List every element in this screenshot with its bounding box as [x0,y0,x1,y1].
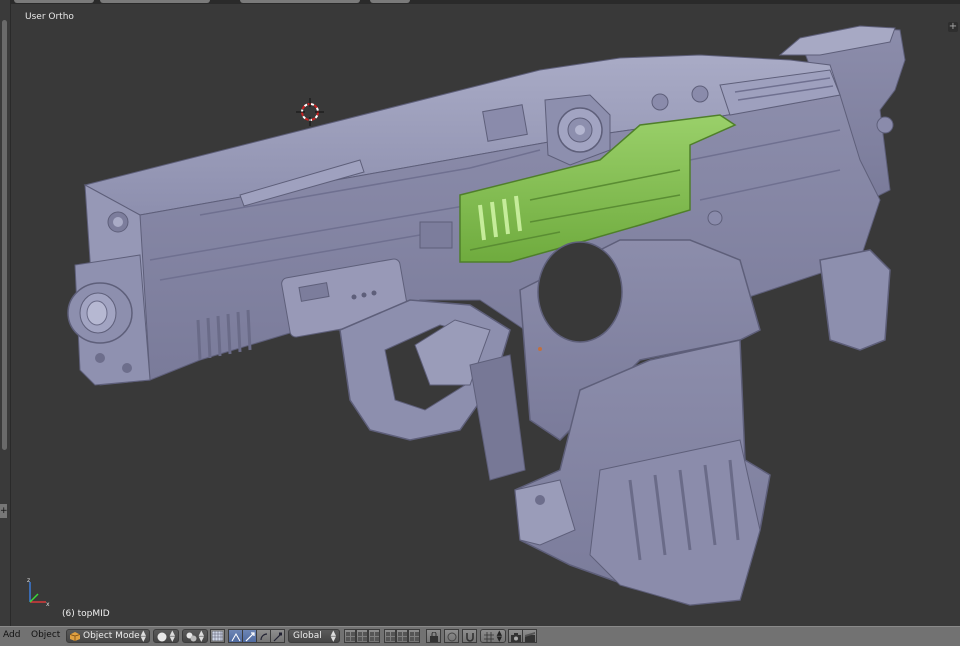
snap-button[interactable] [462,629,477,643]
proportional-edit-button[interactable] [444,629,459,643]
render-animation-button[interactable] [522,629,537,643]
weapon-model[interactable] [0,0,960,626]
snap-grid-icon [484,632,494,642]
layer-lock-icon [430,632,438,642]
front-hole [113,217,123,227]
right-plus-icon[interactable]: + [948,22,958,32]
snap-target-selector[interactable]: ▲ ▼ [480,629,506,643]
mag-release [469,354,526,481]
layer-button[interactable] [384,629,396,643]
rotate-button[interactable] [256,629,271,643]
rear-grip [819,249,891,351]
orientation-selector[interactable]: Global ▲ ▼ [288,629,340,643]
left-panel-edge: + [0,0,11,626]
camera-icon [511,633,521,642]
updown-arrows-icon: ▲ ▼ [198,629,204,643]
svg-text:z: z [27,577,30,584]
manipulator-toggle[interactable] [228,629,243,643]
3d-viewport[interactable]: z x + + User Ortho (6) topMID [0,0,960,626]
sphere-icon [157,632,167,642]
top-hole-row [482,104,528,142]
layer-button[interactable] [408,629,420,643]
pivot-selector[interactable]: ▲ ▼ [182,629,208,643]
axis-gizmo-icon: z x [27,577,50,608]
view-label: User Ortho [25,12,74,22]
left-scrollbar[interactable] [2,20,7,450]
clapboard-icon [525,632,535,642]
front-hole [95,353,105,363]
orientation-label: Global [293,631,322,641]
viewport-header: Add Object Object Mode ▲ ▼ ▲ ▼ ▲ ▼ Globa… [0,626,960,646]
render-button[interactable] [508,629,523,643]
lock-layer-button[interactable] [426,629,441,643]
layer-button[interactable] [396,629,408,643]
receiver-window [419,221,453,249]
snap-toggle[interactable] [210,629,225,643]
svg-text:x: x [46,601,50,608]
updown-arrows-icon: ▲ ▼ [496,629,502,643]
pivot-icon [186,632,197,642]
viewport-shading-selector[interactable]: ▲ ▼ [153,629,179,643]
layer-button[interactable] [356,629,368,643]
active-object-label: (6) topMID [62,609,110,619]
updown-arrows-icon: ▲ ▼ [169,629,175,643]
scale-button[interactable] [270,629,285,643]
translate-icon [245,632,255,642]
mode-selector[interactable]: Object Mode ▲ ▼ [66,629,150,643]
menu-object[interactable]: Object [31,630,60,640]
small-marker [538,347,542,351]
3d-cursor-icon[interactable] [296,98,324,126]
rotate-icon [260,633,268,641]
mode-label: Object Mode [83,631,140,641]
layer-grid-icon [212,631,223,641]
trigger-hole [537,241,623,343]
front-hole [122,363,132,373]
cube-icon [70,632,80,641]
muzzle-hole [86,300,108,326]
manipulator-icon [231,632,241,642]
layer-button[interactable] [368,629,380,643]
updown-arrows-icon: ▲ ▼ [140,629,146,643]
scale-icon [273,632,282,642]
layer-button[interactable] [344,629,356,643]
magnet-icon [466,633,474,642]
left-plus-icon[interactable]: + [0,504,8,518]
translate-button[interactable] [242,629,257,643]
updown-arrows-icon: ▲ ▼ [330,629,336,643]
circle-icon [447,632,457,642]
menu-add[interactable]: Add [3,630,20,640]
